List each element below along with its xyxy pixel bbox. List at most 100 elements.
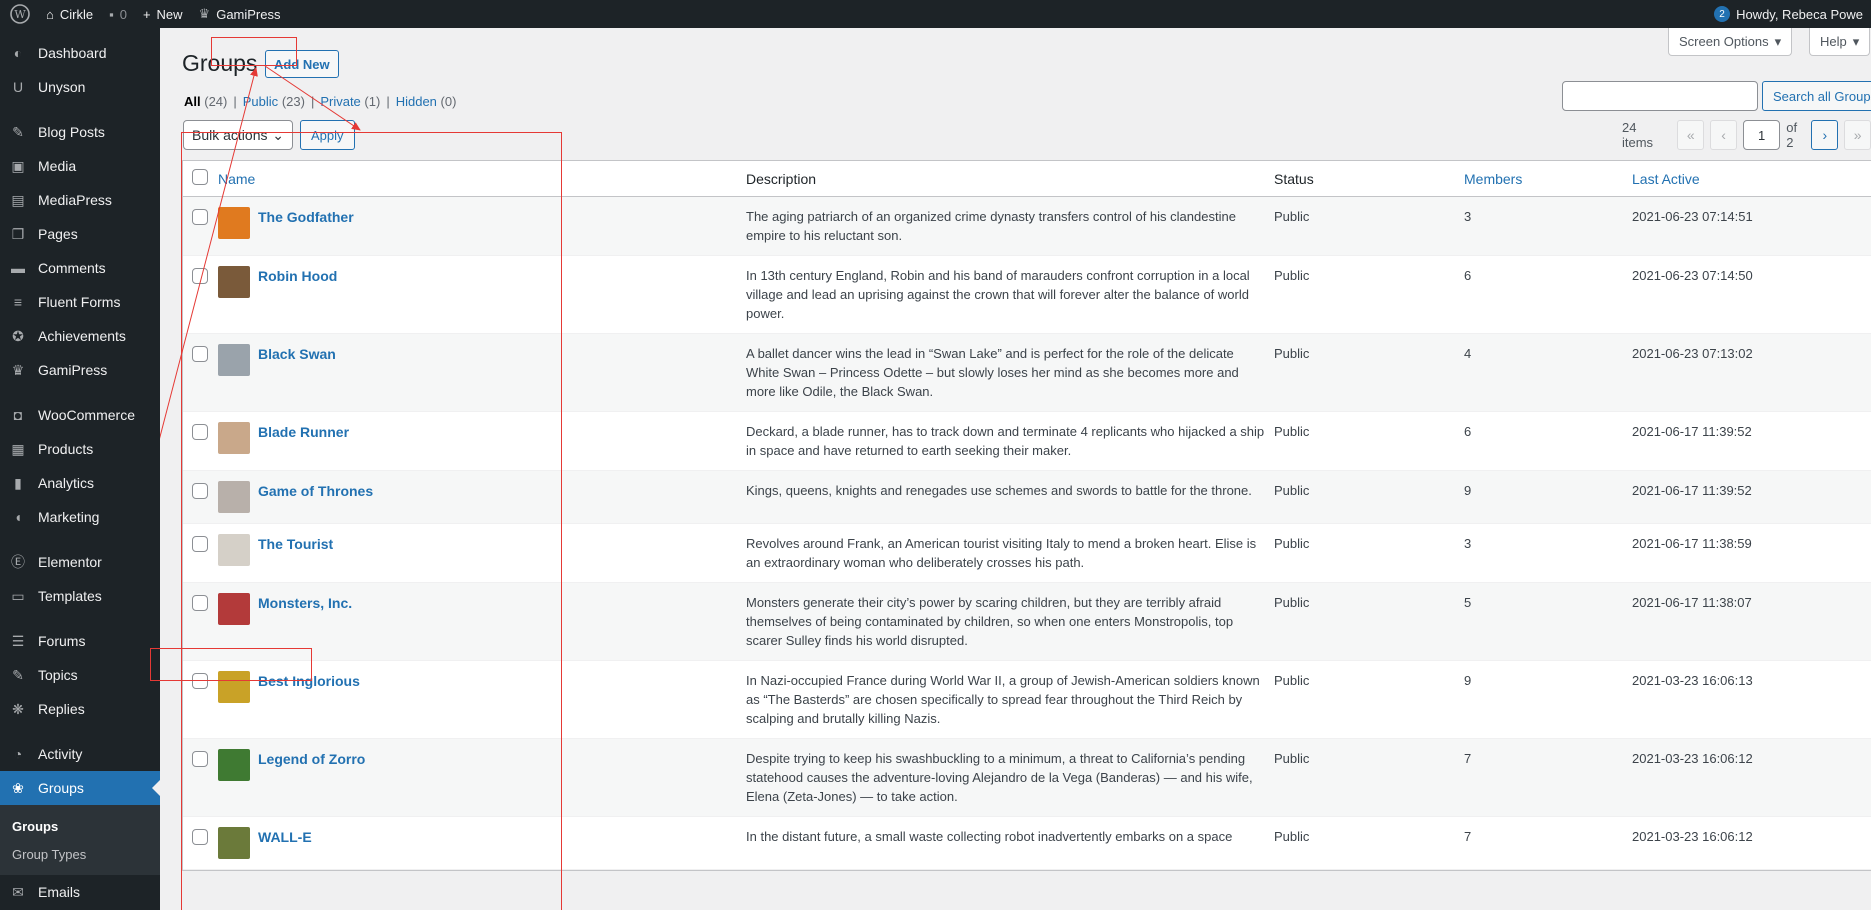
menu-comments[interactable]: ▬ Comments [0,251,160,285]
group-avatar[interactable] [218,266,250,298]
group-avatar[interactable] [218,422,250,454]
menu-elementor[interactable]: Ⓔ Elementor [0,545,160,579]
group-last-active: 2021-06-17 11:39:52 [1632,424,1752,439]
menu-media[interactable]: ▣ Media [0,149,160,183]
group-avatar[interactable] [218,749,250,781]
row-checkbox[interactable] [183,471,218,523]
sort-by-last-active[interactable]: Last Active [1632,171,1700,187]
row-checkbox[interactable] [183,412,218,470]
add-new-button[interactable]: Add New [265,50,339,78]
bulk-actions-select[interactable]: Bulk actions ⌄ [183,120,293,150]
wordpress-logo-icon[interactable]: W [0,0,38,28]
row-checkbox[interactable] [183,197,218,255]
menu-fluent-forms[interactable]: ≡ Fluent Forms [0,285,160,319]
group-name-link[interactable]: Best Inglorious [258,671,360,728]
menu-templates[interactable]: ▭ Templates [0,579,160,613]
comments-link[interactable]: ▪ 0 [101,0,135,28]
gamipress-link[interactable]: ♛ GamiPress [191,0,289,28]
media-icon: ▣ [11,157,25,174]
group-avatar[interactable] [218,481,250,513]
menu-pages[interactable]: ❐ Pages [0,217,160,251]
prev-page-button[interactable]: ‹ [1710,120,1737,150]
site-name-link[interactable]: ⌂ Cirkle [38,0,101,28]
row-checkbox[interactable] [183,524,218,582]
pin-icon: ✎ [12,123,24,140]
group-avatar[interactable] [218,593,250,625]
sort-by-name[interactable]: Name [218,171,255,187]
menu-topics[interactable]: ✎ Topics [0,658,160,692]
menu-achievements[interactable]: ✪ Achievements [0,319,160,353]
new-label: New [156,6,183,22]
menu-forums[interactable]: ☰ Forums [0,624,160,658]
filter-public[interactable]: Public (23) [243,94,305,109]
menu-emails[interactable]: ✉ Emails [0,875,160,909]
menu-gamipress[interactable]: ♛ GamiPress [0,353,160,387]
menu-blog-posts[interactable]: ✎ Blog Posts [0,115,160,149]
group-name-link[interactable]: Game of Thrones [258,481,373,513]
row-checkbox[interactable] [183,583,218,660]
current-page-input[interactable]: 1 [1742,120,1781,150]
help-button[interactable]: Help ▾ [1809,28,1871,56]
menu-marketing[interactable]: ◖ Marketing [0,500,160,534]
search-input[interactable] [1562,81,1758,111]
menu-groups[interactable]: ❀ Groups [0,771,160,805]
submenu-groups[interactable]: Groups [0,812,160,840]
menu-activity[interactable]: ◔ Activity [0,737,160,771]
forms-icon: ≡ [13,294,23,310]
email-icon: ✉ [12,883,24,900]
screen-options-button[interactable]: Screen Options ▾ [1668,28,1793,56]
row-checkbox[interactable] [183,334,218,411]
group-avatar[interactable] [218,827,250,859]
filter-private[interactable]: Private (1) [320,94,380,109]
row-checkbox[interactable] [183,661,218,738]
filter-hidden[interactable]: Hidden (0) [396,94,457,109]
sort-by-members[interactable]: Members [1464,171,1522,187]
row-checkbox[interactable] [183,817,218,869]
main-content: Screen Options ▾ Help ▾ Groups Add New All… [150,28,1871,910]
group-members: 7 [1464,829,1472,844]
group-avatar[interactable] [218,344,250,376]
group-members: 6 [1464,424,1472,439]
mediapress-icon: ▤ [11,191,25,208]
row-checkbox[interactable] [183,256,218,333]
first-page-button[interactable]: « [1677,120,1705,150]
row-checkbox[interactable] [183,739,218,816]
group-name-link[interactable]: Blade Runner [258,422,349,460]
group-last-active: 2021-06-17 11:38:59 [1632,536,1752,551]
group-name-link[interactable]: WALL-E [258,827,312,859]
table-row: The Godfather The aging patriarch of an o… [183,197,1871,256]
submenu-group-types[interactable]: Group Types [0,840,160,868]
replies-icon: ❋ [12,700,24,717]
group-last-active: 2021-06-23 07:14:51 [1632,209,1753,224]
group-last-active: 2021-03-23 16:06:12 [1632,751,1753,766]
search-box: Search all Groups [1562,81,1871,111]
filter-all[interactable]: All (24) [184,94,227,109]
search-groups-button[interactable]: Search all Groups [1762,81,1871,111]
group-name-link[interactable]: Monsters, Inc. [258,593,352,650]
group-avatar[interactable] [218,207,250,239]
items-count: 24 items [1622,120,1654,150]
menu-unyson[interactable]: U Unyson [0,70,160,104]
menu-mediapress[interactable]: ▤ MediaPress [0,183,160,217]
account-menu[interactable]: 2 Howdy, Rebeca Powe [1706,0,1871,28]
group-avatar[interactable] [218,534,250,566]
group-last-active: 2021-06-23 07:14:50 [1632,268,1753,283]
menu-dashboard[interactable]: ◐ Dashboard [0,36,160,70]
new-content-link[interactable]: + New [135,0,191,28]
last-page-button[interactable]: » [1844,120,1871,150]
menu-woocommerce[interactable]: ◘ WooCommerce [0,398,160,432]
group-name-link[interactable]: Black Swan [258,344,336,401]
apply-button[interactable]: Apply [300,120,355,150]
group-avatar[interactable] [218,671,250,703]
menu-replies[interactable]: ❋ Replies [0,692,160,726]
next-page-button[interactable]: › [1811,120,1839,150]
caret-down-icon: ▾ [1852,33,1860,49]
group-name-link[interactable]: The Tourist [258,534,333,572]
group-name-link[interactable]: The Godfather [258,207,354,245]
group-name-link[interactable]: Robin Hood [258,266,337,323]
menu-analytics[interactable]: ▮ Analytics [0,466,160,500]
chevron-down-icon: ⌄ [272,126,284,143]
select-all-checkbox[interactable] [183,169,218,188]
group-name-link[interactable]: Legend of Zorro [258,749,365,806]
menu-products[interactable]: ▦ Products [0,432,160,466]
